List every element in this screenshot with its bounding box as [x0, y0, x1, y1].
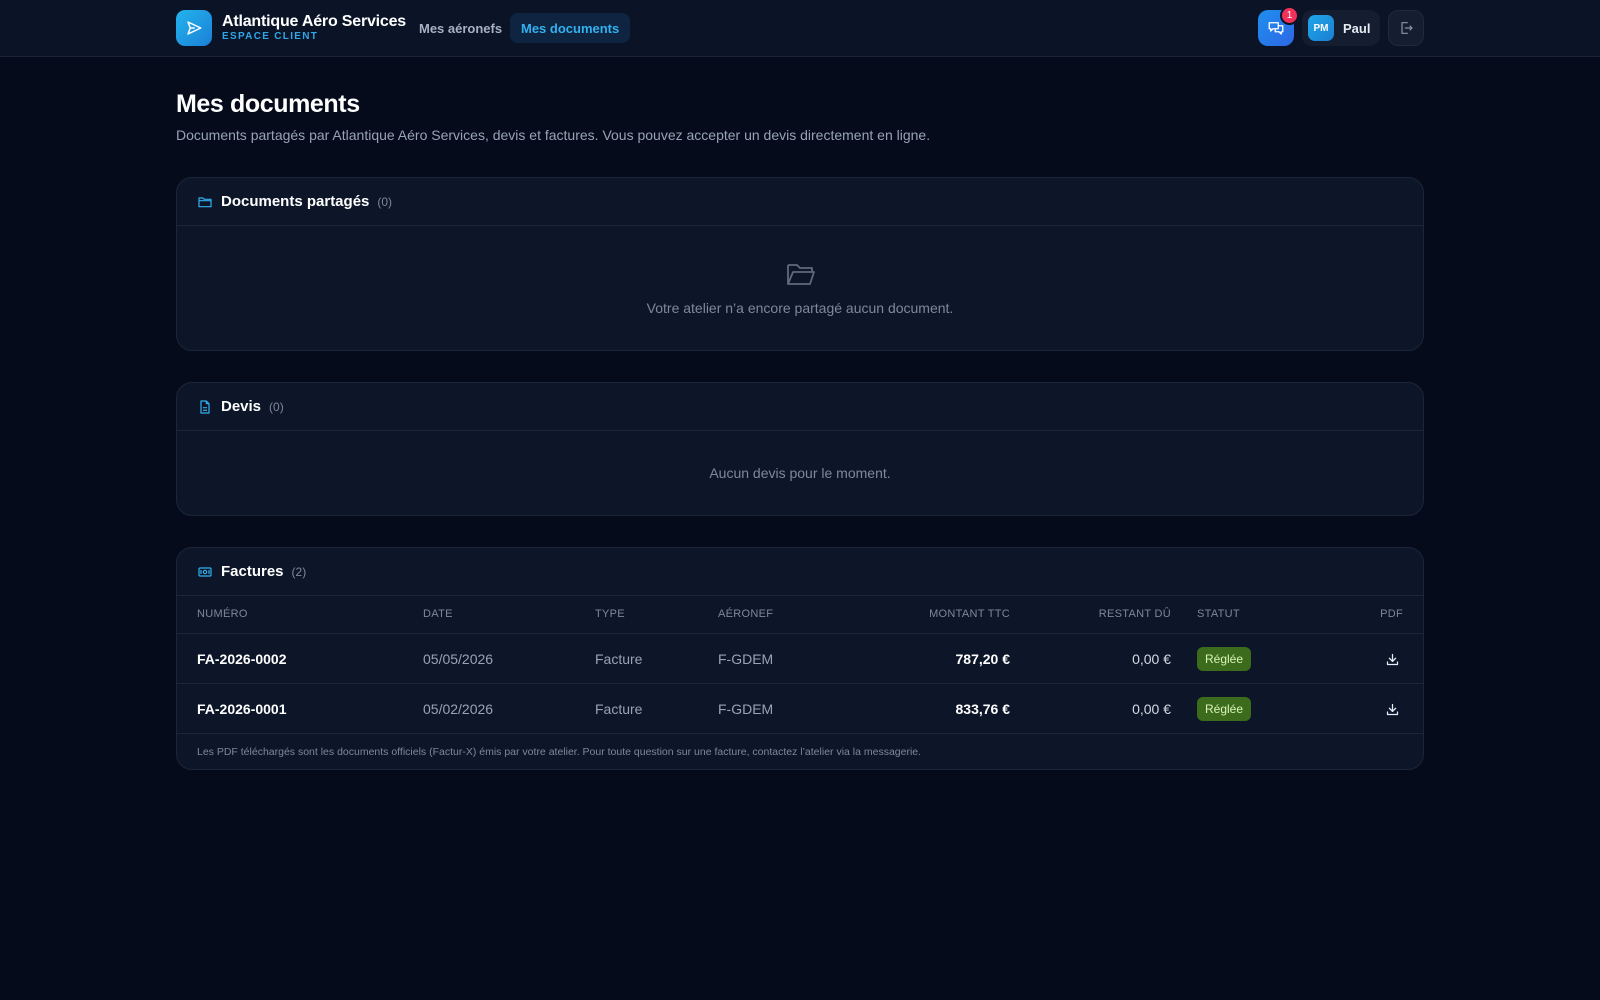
card-count: (0) [269, 399, 284, 414]
logout-icon [1401, 22, 1413, 34]
col-aeronef[interactable]: AÉRONEF [718, 608, 773, 620]
user-menu[interactable]: PM Paul [1302, 10, 1380, 46]
top-bar: Atlantique Aéro Services ESPACE CLIENT M… [0, 0, 1600, 57]
status-badge: Réglée [1197, 647, 1252, 671]
page-subtitle: Documents partagés par Atlantique Aéro S… [176, 127, 931, 143]
shared-documents-card: Documents partagés (0) Votre atelier n’a… [176, 177, 1424, 351]
devis-card: Devis (0) Aucun devis pour le moment. [176, 382, 1424, 516]
col-pdf: PDF [1380, 608, 1403, 620]
download-icon[interactable] [1383, 700, 1401, 718]
col-montant[interactable]: MONTANT TTC [929, 608, 1010, 620]
factures-card: Factures (2) NUMÉRO DATE TYPE AÉRONEF MO… [176, 547, 1424, 770]
document-icon [197, 399, 213, 415]
card-title: Factures [221, 563, 284, 580]
receipt-icon [197, 564, 213, 580]
card-header: Documents partagés (0) [177, 178, 1423, 226]
avatar: PM [1308, 15, 1334, 41]
invoice-remaining: 0,00 € [1132, 701, 1171, 717]
folder-icon [197, 194, 213, 210]
card-count: (2) [291, 564, 307, 579]
brand-subtitle: ESPACE CLIENT [222, 31, 319, 42]
status-badge: Réglée [1197, 697, 1252, 721]
card-title: Documents partagés [221, 193, 370, 210]
open-folder-icon [785, 260, 817, 288]
invoice-type: Facture [595, 701, 643, 717]
card-title: Devis [221, 398, 262, 415]
invoice-number: FA-2026-0001 [197, 701, 287, 717]
empty-state-text: Votre atelier n’a encore partagé aucun d… [646, 300, 954, 316]
invoice-remaining: 0,00 € [1132, 651, 1171, 667]
invoice-type: Facture [595, 651, 643, 667]
invoice-amount: 833,76 € [955, 701, 1011, 717]
download-icon[interactable] [1383, 650, 1401, 668]
col-restant[interactable]: RESTANT DÛ [1099, 608, 1171, 620]
card-header: Factures (2) [177, 548, 1423, 596]
card-header: Devis (0) [177, 383, 1423, 431]
brand-name[interactable]: Atlantique Aéro Services [222, 13, 406, 31]
col-statut[interactable]: STATUT [1197, 608, 1240, 620]
invoice-footnote: Les PDF téléchargés sont les documents o… [197, 746, 922, 758]
chat-unread-badge: 1 [1280, 6, 1299, 25]
invoice-aircraft: F-GDEM [718, 651, 774, 667]
table-row[interactable]: FA-2026-0002 05/05/2026 Facture F-GDEM 7… [177, 634, 1423, 684]
user-name: Paul [1343, 20, 1371, 36]
invoice-date: 05/02/2026 [423, 701, 494, 717]
invoice-date: 05/05/2026 [423, 651, 494, 667]
col-date[interactable]: DATE [423, 608, 453, 620]
nav-mes-documents[interactable]: Mes documents [510, 13, 631, 43]
send-icon[interactable] [176, 10, 212, 46]
table-row[interactable]: FA-2026-0001 05/02/2026 Facture F-GDEM 8… [177, 684, 1423, 734]
page-title: Mes documents [176, 90, 360, 118]
logout-button[interactable] [1388, 10, 1424, 46]
table-header: NUMÉRO DATE TYPE AÉRONEF MONTANT TTC RES… [177, 596, 1423, 634]
nav-mes-aeronefs[interactable]: Mes aéronefs [408, 13, 513, 43]
col-type[interactable]: TYPE [595, 608, 625, 620]
invoice-amount: 787,20 € [955, 651, 1011, 667]
card-count: (0) [377, 194, 393, 209]
invoice-aircraft: F-GDEM [718, 701, 774, 717]
invoice-number: FA-2026-0002 [197, 651, 287, 667]
empty-state-text: Aucun devis pour le moment. [709, 465, 891, 481]
col-numero[interactable]: NUMÉRO [197, 608, 248, 620]
